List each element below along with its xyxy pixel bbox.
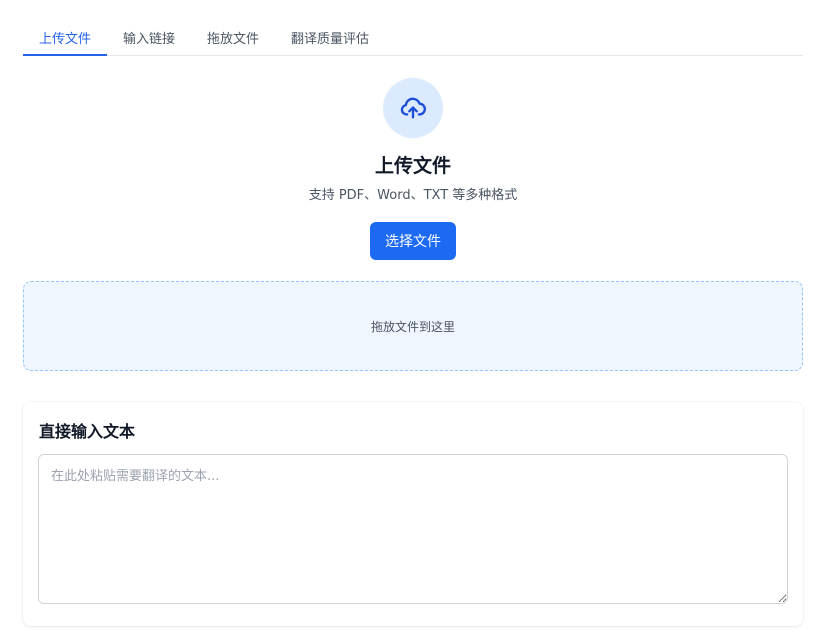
tab-upload-file[interactable]: 上传文件 — [23, 18, 108, 56]
tab-quality-assessment[interactable]: 翻译质量评估 — [275, 18, 385, 56]
tab-drag-drop[interactable]: 拖放文件 — [191, 18, 275, 56]
upload-section: 上传文件 支持 PDF、Word、TXT 等多种格式 选择文件 — [23, 78, 803, 260]
direct-text-input-title: 直接输入文本 — [39, 422, 136, 441]
source-text-input[interactable] — [38, 454, 788, 604]
direct-text-input-card: 直接输入文本 — [23, 402, 803, 626]
choose-file-button[interactable]: 选择文件 — [370, 222, 456, 260]
upload-title: 上传文件 — [374, 155, 451, 177]
upload-formats-text: 支持 PDF、Word、TXT 等多种格式 — [308, 188, 518, 203]
drop-zone-label: 拖放文件到这里 — [370, 319, 455, 334]
drop-zone[interactable]: 拖放文件到这里 — [23, 281, 803, 371]
tab-bar: 上传文件 输入链接 拖放文件 翻译质量评估 — [23, 18, 803, 56]
tab-input-link[interactable]: 输入链接 — [107, 18, 191, 56]
cloud-upload-icon — [400, 97, 426, 119]
upload-icon-circle — [383, 78, 443, 138]
